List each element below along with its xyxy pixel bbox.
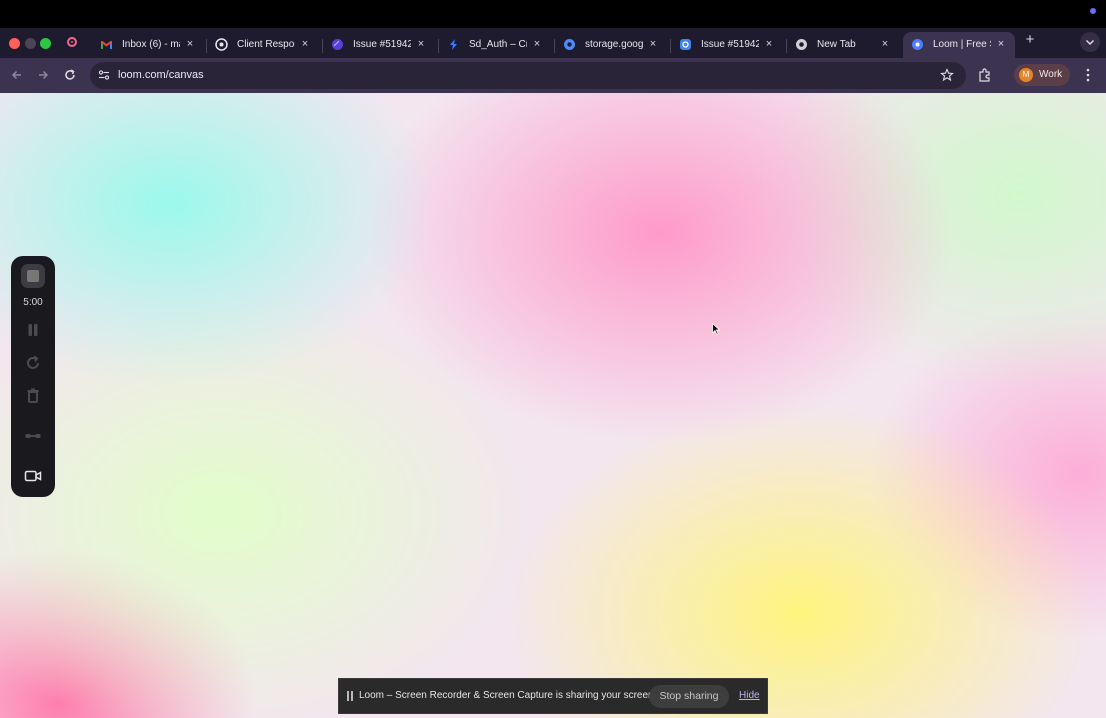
close-tab-icon[interactable]: × <box>995 38 1007 50</box>
recording-timer: 5:00 <box>23 297 43 308</box>
google-cloud-icon <box>563 38 576 51</box>
gmail-icon <box>100 38 113 51</box>
loom-icon <box>911 38 924 51</box>
tab-gmail[interactable]: Inbox (6) - ma × <box>92 32 204 58</box>
browser-menu-button[interactable] <box>1082 66 1094 84</box>
arrow-right-icon <box>39 70 49 80</box>
chevron-down-icon <box>1085 39 1095 46</box>
openai-icon <box>215 38 228 51</box>
more-vertical-icon <box>1086 68 1090 82</box>
back-button[interactable] <box>8 66 26 84</box>
restart-icon <box>27 355 39 369</box>
drawing-tools-button[interactable] <box>23 426 43 446</box>
chrome-icon <box>795 38 808 51</box>
stop-sharing-button[interactable]: Stop sharing <box>649 685 729 708</box>
extensions-icon[interactable] <box>977 67 993 83</box>
tab-title: Issue #51942 <box>701 39 759 50</box>
maximize-window-button[interactable] <box>40 38 51 49</box>
mouse-cursor-icon <box>712 323 720 335</box>
loom-canvas[interactable]: 5:00 <box>0 93 1106 718</box>
recording-indicator-icon[interactable] <box>67 37 77 47</box>
camera-button[interactable] <box>23 466 43 486</box>
tab-title: Issue #51942 <box>353 39 411 50</box>
stop-recording-button[interactable] <box>21 264 45 288</box>
profile-name: Work <box>1039 69 1063 80</box>
browser-toolbar: loom.com/canvas M Work <box>0 58 1106 93</box>
tab-sd-auth[interactable]: Sd_Auth – Cru × <box>439 32 551 58</box>
system-top-bar <box>0 0 1106 28</box>
profile-button[interactable]: M Work <box>1014 64 1070 86</box>
forward-button[interactable] <box>34 66 52 84</box>
bolt-icon <box>447 38 460 51</box>
tab-title: New Tab <box>817 39 856 50</box>
address-bar[interactable]: loom.com/canvas <box>90 62 966 89</box>
tab-new-tab[interactable]: New Tab × <box>787 32 899 58</box>
tab-strip: Inbox (6) - ma × Client Respon × Issue #… <box>0 28 1106 58</box>
avatar: M <box>1019 68 1033 82</box>
close-tab-icon[interactable]: × <box>879 38 891 50</box>
tab-title: Loom | Free Sc <box>933 39 991 50</box>
tab-issue-2[interactable]: Issue #51942 × <box>671 32 783 58</box>
reload-button[interactable] <box>61 66 79 84</box>
url-text[interactable]: loom.com/canvas <box>118 62 204 89</box>
tab-title: storage.googl <box>585 39 643 50</box>
close-tab-icon[interactable]: × <box>299 38 311 50</box>
close-tab-icon[interactable]: × <box>184 38 196 50</box>
tab-title: Inbox (6) - ma <box>122 39 180 50</box>
close-tab-icon[interactable]: × <box>647 38 659 50</box>
tab-search-button[interactable] <box>1080 32 1100 52</box>
new-tab-button[interactable]: + <box>1022 32 1038 48</box>
draw-tool-icon <box>25 434 41 438</box>
hide-link[interactable]: Hide <box>739 679 760 713</box>
restart-button[interactable] <box>23 353 43 373</box>
star-icon <box>940 68 954 82</box>
tab-loom[interactable]: Loom | Free Sc × <box>903 32 1015 58</box>
bookmark-button[interactable] <box>940 68 954 82</box>
close-tab-icon[interactable]: × <box>763 38 775 50</box>
pause-button[interactable] <box>23 320 43 340</box>
pause-icon <box>28 324 38 336</box>
tab-issue-1[interactable]: Issue #51942 × <box>323 32 435 58</box>
reload-icon <box>65 69 75 80</box>
recording-controls: 5:00 <box>11 256 55 497</box>
tab-title: Client Respon <box>237 39 295 50</box>
close-tab-icon[interactable]: × <box>415 38 427 50</box>
site-settings-icon[interactable] <box>98 69 110 81</box>
tab-client-response[interactable]: Client Respon × <box>207 32 319 58</box>
arrow-left-icon <box>11 70 21 80</box>
close-tab-icon[interactable]: × <box>531 38 543 50</box>
minimize-window-button[interactable] <box>25 38 36 49</box>
video-camera-icon <box>24 470 42 482</box>
trash-icon <box>27 388 39 403</box>
delete-button[interactable] <box>23 386 43 406</box>
status-indicator <box>1090 8 1096 14</box>
sharing-message: Loom – Screen Recorder & Screen Capture … <box>359 690 657 701</box>
tab-storage-google[interactable]: storage.googl × <box>555 32 667 58</box>
tab-title: Sd_Auth – Cru <box>469 39 527 50</box>
screen-share-notification: Loom – Screen Recorder & Screen Capture … <box>338 678 768 714</box>
linear-icon <box>331 38 344 51</box>
close-window-button[interactable] <box>9 38 20 49</box>
issue-icon <box>679 38 692 51</box>
sharing-indicator-icon <box>347 691 353 701</box>
